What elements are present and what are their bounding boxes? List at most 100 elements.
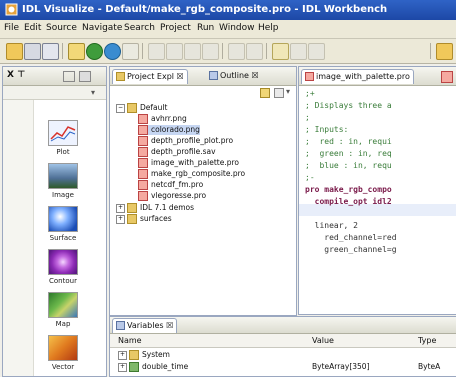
tab-variables[interactable]: Variables ☒ xyxy=(112,318,178,333)
code-line: ;+ xyxy=(305,89,315,98)
tree-label: colorado.png xyxy=(151,125,200,134)
palette-tab[interactable]: X ⊤ xyxy=(7,70,25,80)
pro-file-icon xyxy=(138,136,148,146)
palette-label-vector: Vector xyxy=(51,363,75,371)
menu-edit[interactable]: Edit xyxy=(24,23,41,33)
image-icon xyxy=(48,163,78,189)
variable-row[interactable]: + System xyxy=(118,350,170,360)
stop-icon[interactable] xyxy=(122,43,139,60)
tab-outline[interactable]: Outline ☒ xyxy=(206,69,262,83)
collapse-all-icon[interactable] xyxy=(260,88,270,98)
tree-file[interactable]: make_rgb_composite.pro xyxy=(138,169,245,179)
palette-item-plot[interactable]: Plot xyxy=(43,120,83,156)
tree-label: IDL 7.1 demos xyxy=(140,203,195,212)
palette-item-image[interactable]: Image xyxy=(43,163,83,199)
tab-variables-label: Variables ☒ xyxy=(127,321,174,330)
tree-node-surfaces[interactable]: + surfaces xyxy=(116,214,172,224)
contour-icon xyxy=(48,249,78,275)
link-editor-icon[interactable] xyxy=(274,88,284,98)
menu-file[interactable]: File xyxy=(4,23,19,33)
tree-file[interactable]: colorado.png xyxy=(138,125,200,135)
forward-icon[interactable] xyxy=(308,43,325,60)
tree-file[interactable]: netcdf_fm.pro xyxy=(138,180,203,190)
pro-file-icon xyxy=(138,169,148,179)
menu-run[interactable]: Run xyxy=(197,23,214,33)
tab-project-explorer[interactable]: Project Expl ☒ xyxy=(112,69,188,84)
code-line: compile_opt idl2 xyxy=(305,197,392,206)
chevron-down-icon[interactable]: ▾ xyxy=(91,88,95,97)
window-title: IDL Visualize - Default/make_rgb_composi… xyxy=(22,4,388,15)
pin-icon[interactable] xyxy=(272,43,289,60)
tree-file[interactable]: vlegoresse.pro xyxy=(138,191,206,201)
tree-node-default[interactable]: − Default xyxy=(116,103,167,113)
code-line: green_channel=g xyxy=(305,245,397,254)
history-icon[interactable] xyxy=(246,43,263,60)
expand-icon[interactable]: + xyxy=(116,214,125,224)
palette-gutter xyxy=(3,100,34,376)
plot-icon xyxy=(48,120,78,146)
expand-icon[interactable]: + xyxy=(118,362,127,372)
pro-file-icon xyxy=(305,72,314,81)
debug-icon[interactable] xyxy=(104,43,121,60)
tree-node-idl-demos[interactable]: + IDL 7.1 demos xyxy=(116,203,194,213)
tree-file[interactable]: image_with_palette.pro xyxy=(138,158,239,168)
run-icon[interactable] xyxy=(86,43,103,60)
palette-header: X ⊤ xyxy=(3,67,106,86)
column-type[interactable]: Type xyxy=(418,336,436,345)
expand-icon[interactable]: + xyxy=(118,350,127,360)
main-toolbar xyxy=(0,39,456,64)
visualization-palette: X ⊤ ▾ Plot Image Surface Contour Map Vec… xyxy=(2,66,107,377)
tree-file[interactable]: depth_profile_plot.pro xyxy=(138,136,233,146)
new-file-icon[interactable] xyxy=(6,43,23,60)
palette-item-vector[interactable]: Vector xyxy=(43,335,83,371)
expand-icon[interactable]: + xyxy=(116,203,125,213)
title-bar: IDL Visualize - Default/make_rgb_composi… xyxy=(0,0,456,20)
column-name[interactable]: Name xyxy=(118,336,142,345)
step-into-icon[interactable] xyxy=(148,43,165,60)
menu-window[interactable]: Window xyxy=(219,23,255,33)
column-value[interactable]: Value xyxy=(312,336,334,345)
variable-type: ByteA xyxy=(418,362,441,371)
build-icon[interactable] xyxy=(68,43,85,60)
palette-item-contour[interactable]: Contour xyxy=(43,249,83,285)
perspective-icon[interactable] xyxy=(436,43,453,60)
outline-icon xyxy=(209,71,218,80)
menu-project[interactable]: Project xyxy=(160,23,191,33)
folder-icon xyxy=(129,350,139,360)
more-tabs-icon[interactable] xyxy=(441,71,453,83)
step-over-icon[interactable] xyxy=(166,43,183,60)
sav-file-icon xyxy=(138,147,148,157)
tree-label: avhrr.png xyxy=(151,114,187,123)
palette-item-surface[interactable]: Surface xyxy=(43,206,83,242)
pro-file-icon xyxy=(138,191,148,201)
menu-search[interactable]: Search xyxy=(124,23,155,33)
tree-file[interactable]: depth_profile.sav xyxy=(138,147,216,157)
collapse-icon[interactable]: − xyxy=(116,103,125,113)
menu-navigate[interactable]: Navigate xyxy=(82,23,122,33)
code-line: ; red : in, requi xyxy=(305,137,392,146)
menu-source[interactable]: Source xyxy=(46,23,77,33)
editor-text-area[interactable]: ;+ ; Displays three a ; ; Inputs: ; red … xyxy=(299,86,456,314)
code-line: ; Inputs: xyxy=(305,125,349,134)
code-line: ; Displays three a xyxy=(305,101,392,110)
variable-value: ByteArray[350] xyxy=(312,362,370,371)
tab-editor-file[interactable]: image_with_palette.pro xyxy=(301,69,414,84)
tree-file[interactable]: avhrr.png xyxy=(138,114,187,124)
minimize-icon[interactable] xyxy=(63,71,75,82)
resume-icon[interactable] xyxy=(202,43,219,60)
search-icon[interactable] xyxy=(228,43,245,60)
print-icon[interactable] xyxy=(42,43,59,60)
menu-help[interactable]: Help xyxy=(258,23,279,33)
code-editor-panel: image_with_palette.pro ;+ ; Displays thr… xyxy=(298,66,456,315)
code-line: ; green : in, req xyxy=(305,149,392,158)
maximize-icon[interactable] xyxy=(79,71,91,82)
save-icon[interactable] xyxy=(24,43,41,60)
palette-label-contour: Contour xyxy=(49,277,77,285)
app-icon xyxy=(5,3,18,16)
view-menu-icon[interactable]: ▾ xyxy=(286,87,290,96)
tree-label: netcdf_fm.pro xyxy=(151,180,204,189)
step-return-icon[interactable] xyxy=(184,43,201,60)
back-icon[interactable] xyxy=(290,43,307,60)
variable-row[interactable]: + double_time xyxy=(118,362,188,372)
palette-item-map[interactable]: Map xyxy=(43,292,83,328)
